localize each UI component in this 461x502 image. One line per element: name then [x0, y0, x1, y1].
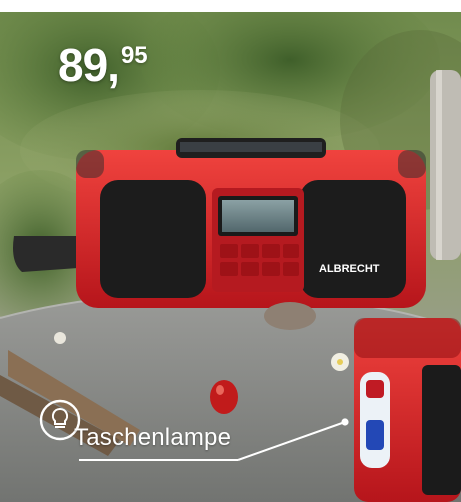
- price-main: 89: [58, 39, 108, 91]
- lightbulb-icon: [40, 400, 80, 440]
- price-display: 89,95: [58, 42, 148, 88]
- feature-label: Taschenlampe: [74, 424, 232, 451]
- price-separator: ,: [107, 39, 120, 91]
- product-photo: ALBRECHT 89,95 Taschenlampe: [0, 0, 461, 502]
- brand-label: ALBRECHT: [319, 263, 380, 275]
- price-cents: 95: [120, 42, 148, 69]
